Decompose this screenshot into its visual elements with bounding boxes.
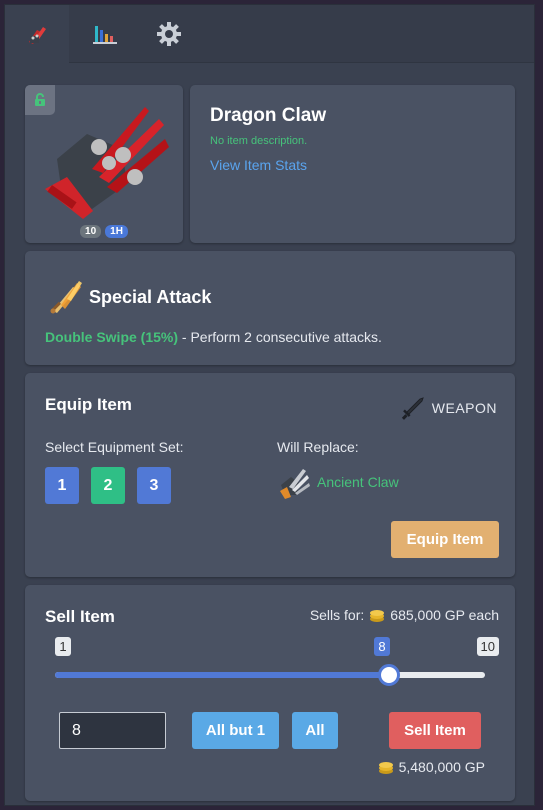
hand-badge: 1H: [105, 225, 128, 238]
all-but-one-button[interactable]: All but 1: [192, 712, 279, 749]
slider-min-label: 1: [55, 637, 71, 656]
gear-icon: [157, 22, 181, 46]
tab-bar: [5, 5, 534, 63]
item-image-card: 10 1H: [25, 85, 183, 243]
bank-item-panel: 10 1H Dragon Claw No item description. V…: [4, 4, 535, 806]
equip-item-button[interactable]: Equip Item: [391, 521, 499, 558]
gold-coins-icon: [370, 610, 385, 622]
special-attack-title: Special Attack: [89, 286, 212, 307]
ancient-claw-icon: [280, 469, 310, 499]
bar-chart-icon: [93, 26, 117, 44]
sell-total-value: 5,480,000 GP: [398, 759, 485, 775]
special-attack-text: Double Swipe (15%) - Perform 2 consecuti…: [45, 329, 382, 345]
tab-stats[interactable]: [73, 5, 137, 63]
weapon-slot-sword-icon: [401, 397, 424, 420]
sell-item-button[interactable]: Sell Item: [389, 712, 481, 749]
item-description: No item description.: [210, 135, 308, 147]
quantity-badge: 10: [80, 225, 102, 238]
quantity-slider-handle[interactable]: [378, 664, 401, 686]
view-item-stats-link[interactable]: View Item Stats: [210, 157, 307, 173]
special-attack-card: Special Attack Double Swipe (15%) - Perf…: [25, 251, 515, 365]
sell-item-title: Sell Item: [45, 607, 115, 626]
replace-item: Ancient Claw: [277, 465, 399, 499]
item-name: Dragon Claw: [210, 105, 327, 126]
slider-current-label: 8: [374, 637, 390, 656]
sells-for-label: Sells for:: [309, 607, 365, 623]
sell-price: Sells for: 685,000 GP each: [310, 607, 499, 623]
quantity-slider-fill: [55, 672, 390, 678]
equipment-slot: WEAPON: [400, 395, 497, 421]
flaming-sword-icon: [50, 281, 82, 314]
item-badges: 10 1H: [25, 225, 183, 238]
tab-bank[interactable]: [5, 5, 69, 63]
item-info-card: Dragon Claw No item description. View It…: [190, 85, 515, 243]
equipment-slot-label: WEAPON: [431, 400, 497, 416]
all-button[interactable]: All: [292, 712, 338, 749]
sell-quantity-input[interactable]: [59, 712, 166, 749]
replace-item-name: Ancient Claw: [317, 474, 399, 490]
special-attack-name: Double Swipe (15%): [45, 329, 179, 345]
slider-max-label: 10: [476, 637, 499, 656]
equipment-set-3-button[interactable]: 3: [137, 467, 171, 504]
tab-settings[interactable]: [137, 5, 201, 63]
gold-coins-icon: [378, 762, 393, 774]
equip-item-title: Equip Item: [45, 395, 132, 414]
equipment-set-buttons: 1 2 3: [45, 467, 171, 504]
price-each: 685,000 GP each: [390, 607, 499, 623]
special-attack-description: - Perform 2 consecutive attacks.: [178, 329, 382, 345]
will-replace-label: Will Replace:: [277, 439, 359, 455]
equipment-set-1-button[interactable]: 1: [45, 467, 79, 504]
dragon-claw-icon: [45, 107, 169, 219]
sell-item-card: Sell Item Sells for: 685,000 GP each 1 8…: [25, 585, 515, 801]
equip-item-card: Equip Item WEAPON Select Equipment Set: …: [25, 373, 515, 577]
quantity-slider[interactable]: [55, 664, 485, 686]
special-attack-header: Special Attack: [47, 279, 211, 315]
bank-icon: [29, 27, 46, 44]
equipment-set-2-button[interactable]: 2: [91, 467, 125, 504]
sell-total: 5,480,000 GP: [377, 759, 485, 775]
select-equipment-set-label: Select Equipment Set:: [45, 439, 184, 455]
